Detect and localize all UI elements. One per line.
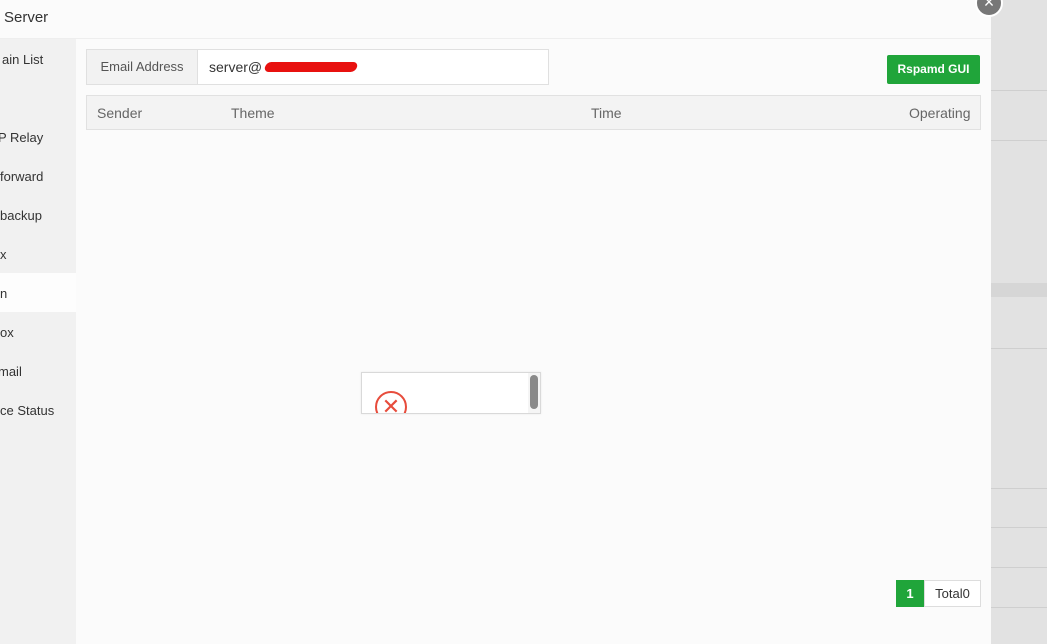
sidebar-item-smtp-relay[interactable]: P Relay (0, 117, 76, 156)
redaction-mark (263, 62, 359, 72)
sidebar-item-label: forward (0, 169, 44, 184)
scrollbar[interactable] (528, 373, 540, 413)
email-address-value[interactable]: server@ (209, 59, 262, 75)
sidebar-item-label: ox (0, 325, 14, 340)
sidebar-item-label: backup (0, 208, 42, 223)
sidebar-item-backup[interactable]: backup (0, 195, 76, 234)
modal-title: Server (4, 9, 49, 26)
mail-log-modal: Server ain List P Relay forward backup x… (0, 0, 1003, 644)
background-divider (991, 607, 1047, 608)
background-divider (991, 283, 1047, 297)
sidebar-item-label: ce Status (0, 403, 55, 418)
modal-content: Email Address server@ Rspamd GUI Sender … (76, 39, 991, 644)
sidebar-item-label: n (0, 286, 8, 301)
background-divider (991, 140, 1047, 141)
email-address-field[interactable]: Email Address server@ (86, 49, 549, 85)
modal-header: Server (0, 0, 991, 39)
email-address-label: Email Address (87, 50, 198, 84)
scrollbar-thumb[interactable] (530, 375, 538, 409)
sidebar-item-service-status[interactable]: ce Status (0, 390, 76, 429)
page-current[interactable]: 1 (896, 580, 924, 607)
sidebar-item-forward[interactable]: forward (0, 156, 76, 195)
error-icon: ✕ (375, 391, 407, 413)
sidebar-item-label: mail (0, 364, 22, 379)
column-header-theme[interactable]: Theme (231, 105, 275, 121)
sidebar-item-active[interactable]: n (0, 273, 76, 312)
background-divider (991, 567, 1047, 568)
sidebar-item-mail[interactable]: mail (0, 351, 76, 390)
loading-dialog: ✕ (361, 372, 541, 414)
sidebar-item-label: ain List (2, 52, 44, 67)
background-divider (991, 348, 1047, 349)
background-right-panel (991, 0, 1047, 644)
sidebar-item-label: P Relay (0, 130, 44, 145)
column-header-operating[interactable]: Operating (909, 105, 970, 121)
mail-log-table-header: Sender Theme Time Operating (86, 95, 981, 130)
background-divider (991, 527, 1047, 528)
background-divider (991, 488, 1047, 489)
rspamd-gui-button[interactable]: Rspamd GUI (887, 55, 980, 84)
column-header-time[interactable]: Time (591, 105, 622, 121)
pagination: 1 Total0 (896, 580, 981, 607)
sidebar-item-x[interactable]: x (0, 234, 76, 273)
page-total: Total0 (924, 580, 981, 607)
sidebar-item-inbox[interactable]: ox (0, 312, 76, 351)
column-header-sender[interactable]: Sender (97, 105, 142, 121)
sidebar-item-label: x (0, 247, 7, 262)
background-divider (991, 90, 1047, 91)
sidebar-item-domain-list[interactable]: ain List (0, 39, 76, 78)
modal-sidebar: ain List P Relay forward backup x n ox m… (0, 39, 76, 644)
